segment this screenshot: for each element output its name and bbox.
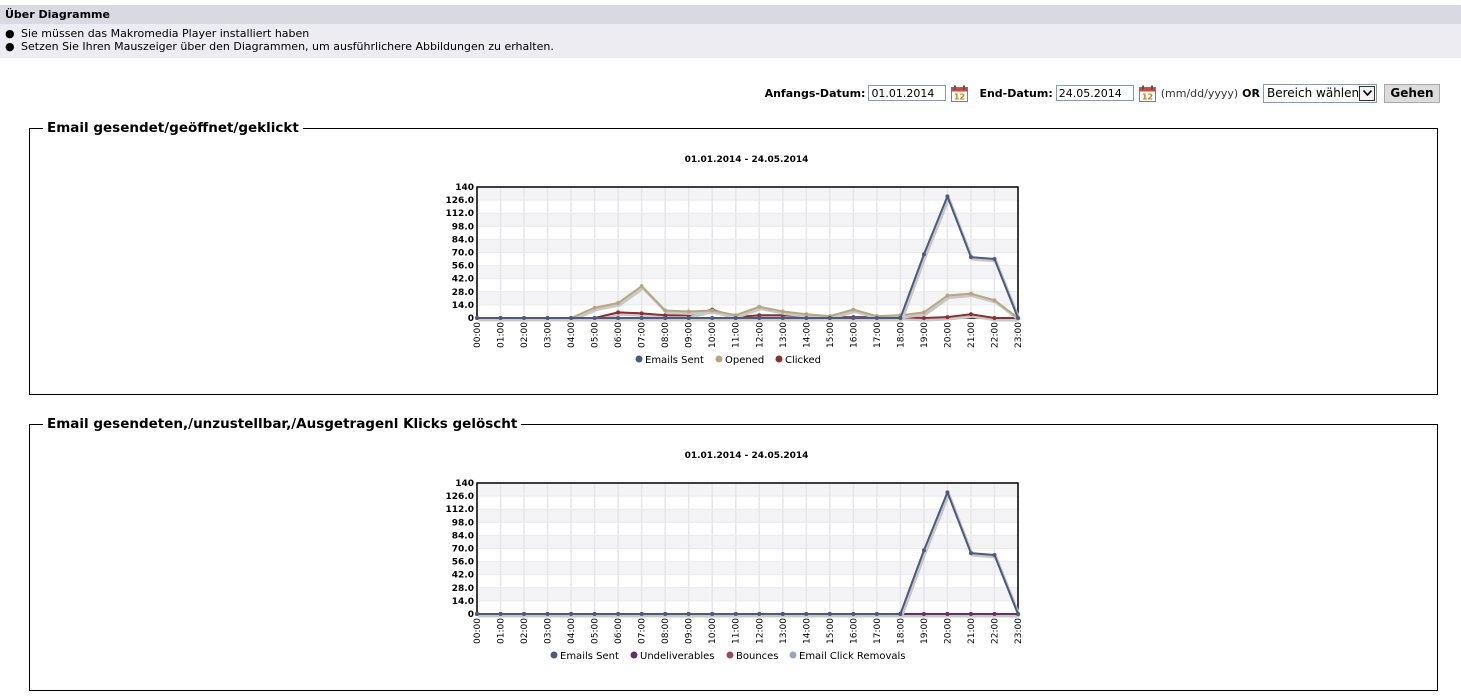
x-tick-label: 07:00: [638, 618, 648, 644]
x-tick-label: 04:00: [567, 618, 577, 644]
data-point[interactable]: [733, 612, 738, 616]
data-point[interactable]: [545, 612, 550, 616]
legend-label: Bounces: [736, 651, 779, 662]
legend-marker: [550, 651, 558, 659]
grid-band: [477, 587, 1018, 601]
data-point[interactable]: [827, 612, 832, 616]
data-point[interactable]: [851, 612, 856, 616]
y-tick-label: 70.0: [452, 545, 474, 555]
x-tick-label: 08:00: [661, 618, 671, 644]
y-tick-label: 28.0: [452, 584, 474, 594]
x-tick-label: 15:00: [826, 618, 836, 644]
x-tick-label: 23:00: [1014, 618, 1024, 644]
x-tick-label: 19:00: [920, 618, 930, 644]
data-point[interactable]: [663, 612, 668, 616]
data-point[interactable]: [780, 612, 785, 616]
y-tick-label: 98.0: [452, 518, 474, 528]
data-point[interactable]: [874, 612, 879, 616]
data-point[interactable]: [686, 612, 691, 616]
data-point[interactable]: [992, 612, 997, 616]
data-point[interactable]: [639, 612, 644, 616]
data-point[interactable]: [592, 612, 597, 616]
x-tick-label: 05:00: [591, 618, 601, 644]
data-point[interactable]: [945, 612, 950, 616]
x-tick-label: 21:00: [967, 618, 977, 644]
data-point[interactable]: [804, 612, 809, 616]
chart-title: 01.01.2014 - 24.05.2014: [685, 451, 809, 461]
x-tick-label: 22:00: [990, 618, 1000, 644]
data-point[interactable]: [498, 612, 503, 616]
data-point[interactable]: [945, 490, 950, 495]
x-tick-label: 17:00: [873, 618, 883, 644]
x-tick-label: 16:00: [849, 618, 859, 644]
x-tick-label: 18:00: [896, 618, 906, 644]
y-tick-label: 84.0: [452, 531, 474, 541]
grid-band: [477, 535, 1018, 549]
y-tick-label: 42.0: [452, 571, 474, 581]
y-tick-label: 126.0: [446, 492, 474, 502]
legend-label: Emails Sent: [560, 651, 619, 662]
x-tick-label: 10:00: [708, 618, 718, 644]
x-tick-label: 03:00: [544, 618, 554, 644]
data-point[interactable]: [1016, 612, 1020, 616]
legend-marker: [789, 651, 797, 659]
data-point[interactable]: [757, 612, 762, 616]
y-tick-label: 112.0: [446, 505, 474, 515]
chart-sent-undeliverable-removals: 01.01.2014 - 24.05.2014014.028.042.056.0…: [446, 451, 1024, 662]
legend-label: Email Click Removals: [799, 651, 905, 662]
legend-marker: [726, 651, 734, 659]
x-tick-label: 12:00: [755, 618, 765, 644]
data-point[interactable]: [968, 612, 973, 616]
data-point[interactable]: [569, 612, 574, 616]
data-point[interactable]: [968, 551, 973, 556]
legend-label: Undeliverables: [640, 651, 715, 662]
x-tick-label: 14:00: [802, 618, 812, 644]
y-tick-label: 56.0: [452, 558, 474, 568]
x-tick-label: 00:00: [473, 618, 483, 644]
data-point[interactable]: [710, 612, 715, 616]
x-tick-label: 06:00: [614, 618, 624, 644]
x-tick-label: 11:00: [732, 618, 742, 644]
legend-marker: [630, 651, 638, 659]
y-tick-label: 140: [455, 479, 474, 489]
x-tick-label: 01:00: [497, 618, 507, 644]
data-point[interactable]: [921, 612, 926, 616]
data-point[interactable]: [921, 548, 926, 553]
x-tick-label: 02:00: [520, 618, 530, 644]
data-point[interactable]: [616, 612, 621, 616]
data-point[interactable]: [898, 612, 903, 616]
x-tick-label: 09:00: [685, 618, 695, 644]
grid-band: [477, 561, 1018, 575]
data-point[interactable]: [475, 612, 479, 616]
x-tick-label: 20:00: [943, 618, 953, 644]
data-point[interactable]: [522, 612, 527, 616]
grid-band: [477, 483, 1018, 497]
x-tick-label: 13:00: [779, 618, 789, 644]
y-tick-label: 14.0: [452, 597, 474, 607]
data-point[interactable]: [992, 553, 997, 558]
